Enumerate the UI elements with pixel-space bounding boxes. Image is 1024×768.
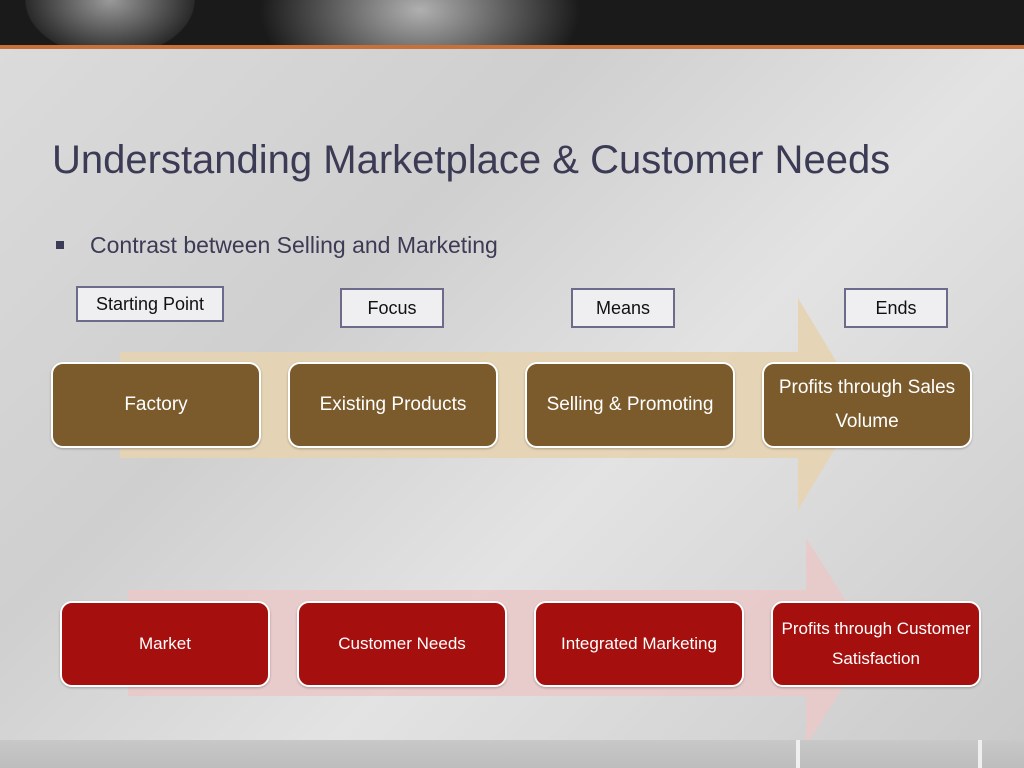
selling-concept-row: Factory Existing Products Selling & Prom… bbox=[51, 362, 972, 448]
selling-step-box: Selling & Promoting bbox=[525, 362, 735, 448]
footer-divider bbox=[796, 740, 800, 768]
means-label: Means bbox=[571, 288, 675, 328]
marketing-step-box: Customer Needs bbox=[297, 601, 507, 687]
selling-step-box: Existing Products bbox=[288, 362, 498, 448]
starting-point-label: Starting Point bbox=[76, 286, 224, 322]
footer-strip bbox=[0, 740, 1024, 768]
marketing-step-box: Market bbox=[60, 601, 270, 687]
selling-step-box: Factory bbox=[51, 362, 261, 448]
marketing-concept-row: Market Customer Needs Integrated Marketi… bbox=[60, 601, 981, 687]
marketing-step-box: Profits through Customer Satisfaction bbox=[771, 601, 981, 687]
marketing-step-box: Integrated Marketing bbox=[534, 601, 744, 687]
ends-label: Ends bbox=[844, 288, 948, 328]
focus-label: Focus bbox=[340, 288, 444, 328]
footer-divider bbox=[978, 740, 982, 768]
selling-step-box: Profits through Sales Volume bbox=[762, 362, 972, 448]
